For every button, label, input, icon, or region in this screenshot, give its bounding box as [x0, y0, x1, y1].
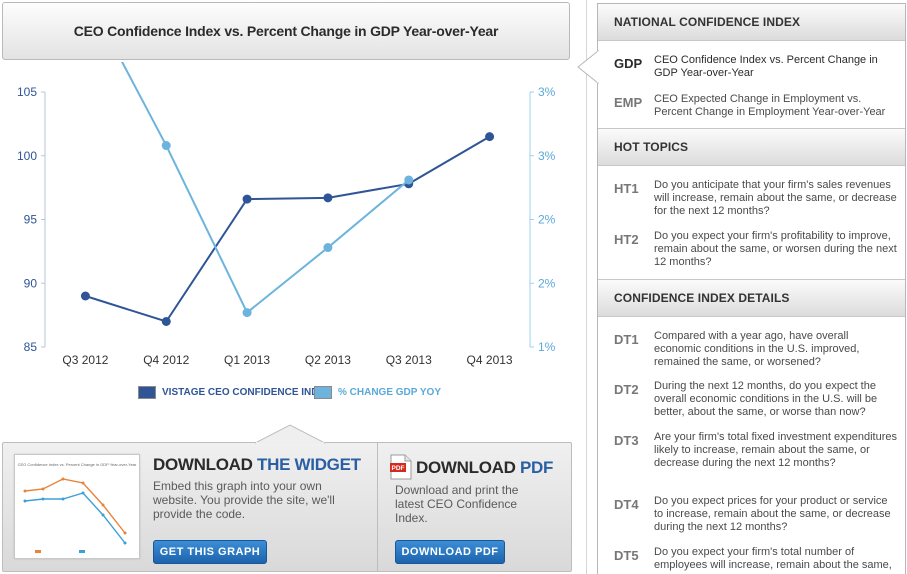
item-code: GDP [614, 56, 643, 71]
sidebar-item-dt4[interactable]: DT4 Do you expect prices for your produc… [598, 495, 905, 537]
item-text: CEO Confidence Index vs. Percent Change … [654, 54, 878, 79]
sidebar-item-emp[interactable]: EMP CEO Expected Change in Employment vs… [598, 93, 905, 127]
left-tick-label: 90 [24, 276, 38, 290]
pdf-description: Download and print the latest CEO Confid… [395, 483, 519, 525]
sidebar-item-dt2[interactable]: DT2 During the next 12 months, do you ex… [598, 380, 905, 422]
item-text: Do you anticipate that your firm's sales… [654, 179, 897, 217]
x-tick-label: Q3 2012 [62, 353, 108, 367]
panel-divider [377, 443, 378, 571]
item-code: DT3 [614, 433, 639, 448]
right-tick-label: 1% [538, 340, 556, 354]
line-chart: 105 100 95 90 85 3% 3% 2% 2% 1% Q3 2012 Q4 2012 Q1 2… [17, 62, 556, 367]
data-point-gdp [323, 243, 333, 253]
data-point-ceo [242, 194, 252, 204]
pdf-heading-accent: PDF [520, 458, 554, 477]
data-point-ceo [161, 317, 171, 326]
widget-thumbnail: CEO Confidence Index vs. Percent Change … [14, 454, 140, 559]
x-tick-label: Q4 2012 [143, 353, 189, 367]
svg-text:PDF: PDF [392, 465, 405, 472]
item-text: CEO Expected Change in Employment vs. Pe… [654, 93, 886, 118]
item-text: Do you expect your firm's total number o… [654, 546, 892, 571]
sidebar-item-ht2[interactable]: HT2 Do you expect your firm's profitabil… [598, 230, 905, 272]
sidebar-item-dt1[interactable]: DT1 Compared with a year ago, have overa… [598, 330, 905, 372]
data-point-ceo [80, 291, 90, 301]
legend-item-gdp: % CHANGE GDP YOY [314, 386, 441, 399]
data-point-gdp [404, 175, 414, 185]
x-tick-label: Q3 2013 [386, 353, 432, 367]
series-line-gdp [120, 62, 410, 315]
x-tick-label: Q4 2013 [467, 353, 513, 367]
left-tick-label: 95 [24, 213, 38, 227]
legend-swatch-gdp [314, 386, 332, 399]
left-tick-label: 85 [24, 340, 38, 354]
widget-heading: DOWNLOAD THE WIDGET [153, 455, 361, 475]
pdf-heading: DOWNLOAD PDF [416, 458, 553, 478]
data-point-gdp [161, 141, 171, 151]
download-pdf-button[interactable]: DOWNLOAD PDF [395, 540, 505, 564]
item-code: DT2 [614, 382, 639, 397]
legend-label-ceo: VISTAGE CEO CONFIDENCE INDEX [162, 387, 332, 398]
sidebar-item-gdp[interactable]: GDP CEO Confidence Index vs. Percent Cha… [598, 54, 905, 88]
column-separator [586, 0, 587, 574]
item-text: Do you expect your firm's profitability … [654, 230, 897, 268]
pdf-icon: PDF [390, 454, 412, 480]
pdf-heading-plain: DOWNLOAD [416, 458, 521, 477]
section-heading-details: CONFIDENCE INDEX DETAILS [598, 279, 905, 317]
item-text: Are your firm's total fixed investment e… [654, 431, 897, 469]
x-tick-label: Q2 2013 [305, 353, 351, 367]
legend-item-ceo: VISTAGE CEO CONFIDENCE INDEX [138, 386, 332, 399]
right-tick-label: 3% [538, 149, 556, 163]
item-code: DT1 [614, 332, 639, 347]
item-text: During the next 12 months, do you expect… [654, 380, 878, 418]
right-tick-label: 2% [538, 213, 556, 227]
chart-title: CEO Confidence Index vs. Percent Change … [73, 23, 499, 39]
section-heading-hot-topics: HOT TOPICS [598, 128, 905, 166]
page-root: CEO Confidence Index vs. Percent Change … [0, 0, 907, 574]
data-point-gdp [242, 308, 252, 318]
item-code: EMP [614, 95, 643, 110]
legend-swatch-ceo [138, 386, 156, 399]
chart-title-bar: CEO Confidence Index vs. Percent Change … [2, 2, 570, 60]
active-item-arrow [577, 50, 599, 84]
item-text: Do you expect prices for your product or… [654, 495, 891, 533]
sidebar: NATIONAL CONFIDENCE INDEX GDP CEO Confid… [597, 3, 906, 574]
legend-label-gdp: % CHANGE GDP YOY [338, 387, 441, 398]
item-code: DT4 [614, 497, 639, 512]
data-point-ceo [485, 132, 495, 142]
widget-thumbnail-chart-icon: CEO Confidence Index vs. Percent Change … [18, 462, 137, 553]
widget-heading-accent: THE WIDGET [257, 455, 361, 474]
get-this-graph-button[interactable]: GET THIS GRAPH [153, 540, 267, 564]
x-tick-label: Q1 2013 [224, 353, 270, 367]
sidebar-item-ht1[interactable]: HT1 Do you anticipate that your firm's s… [598, 179, 905, 221]
item-code: DT5 [614, 548, 639, 563]
widget-heading-plain: DOWNLOAD [153, 455, 258, 474]
left-tick-label: 100 [17, 149, 37, 163]
item-text: Compared with a year ago, have overall e… [654, 330, 860, 368]
widget-description: Embed this graph into your own website. … [153, 479, 335, 521]
sidebar-item-dt3[interactable]: DT3 Are your firm's total fixed investme… [598, 431, 905, 486]
sidebar-item-dt5[interactable]: DT5 Do you expect your firm's total numb… [598, 546, 905, 574]
series-line-ceo [85, 135, 491, 323]
panel-notch [255, 424, 325, 444]
svg-text:CEO Confidence Index vs. Perce: CEO Confidence Index vs. Percent Change … [18, 462, 137, 467]
item-code: HT1 [614, 181, 639, 196]
data-point-ceo [323, 193, 333, 203]
left-tick-label: 105 [17, 85, 37, 99]
item-code: HT2 [614, 232, 639, 247]
right-tick-label: 2% [538, 276, 556, 290]
section-heading-national: NATIONAL CONFIDENCE INDEX [598, 4, 905, 41]
right-tick-label: 3% [538, 85, 556, 99]
